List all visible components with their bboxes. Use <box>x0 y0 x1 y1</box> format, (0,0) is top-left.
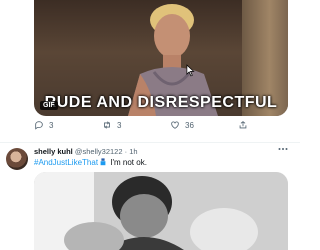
nail-polish-icon <box>100 158 106 166</box>
author-name[interactable]: shelly kuhl <box>34 147 73 156</box>
retweet-icon <box>104 121 110 129</box>
avatar[interactable] <box>6 148 28 170</box>
like-count: 36 <box>185 120 194 130</box>
retweet-count: 3 <box>117 120 122 130</box>
tweet-body: I'm not ok. <box>108 158 147 167</box>
author-handle[interactable]: @shelly32122 <box>75 147 123 156</box>
tweet-divider <box>0 142 300 143</box>
heart-icon <box>171 121 179 129</box>
reply-count: 3 <box>49 120 54 130</box>
tweet-header: shelly kuhl @shelly32122 · 1h <box>34 147 138 156</box>
tweet-action-bar: 3 3 36 <box>34 120 288 136</box>
tweet-text: #AndJustLikeThat I'm not ok. <box>34 158 147 167</box>
hashtag-link[interactable]: #AndJustLikeThat <box>34 158 98 167</box>
more-options-icon[interactable] <box>278 147 288 151</box>
reply-button[interactable]: 3 <box>34 120 53 130</box>
reply-icon <box>35 121 43 130</box>
gif-caption: RUDE AND DISRESPECTFUL <box>44 94 278 111</box>
tweet-photo[interactable] <box>34 172 288 250</box>
photo-image <box>34 172 288 250</box>
share-icon <box>239 121 247 129</box>
gif-badge: GIF <box>40 101 58 110</box>
mouse-cursor-icon <box>186 64 195 77</box>
share-button[interactable] <box>238 120 248 130</box>
like-button[interactable]: 36 <box>170 120 194 130</box>
gif-media[interactable]: RUDE AND DISRESPECTFUL GIF <box>34 0 288 116</box>
tweet-timestamp[interactable]: 1h <box>129 147 137 156</box>
retweet-button[interactable]: 3 <box>102 120 121 130</box>
